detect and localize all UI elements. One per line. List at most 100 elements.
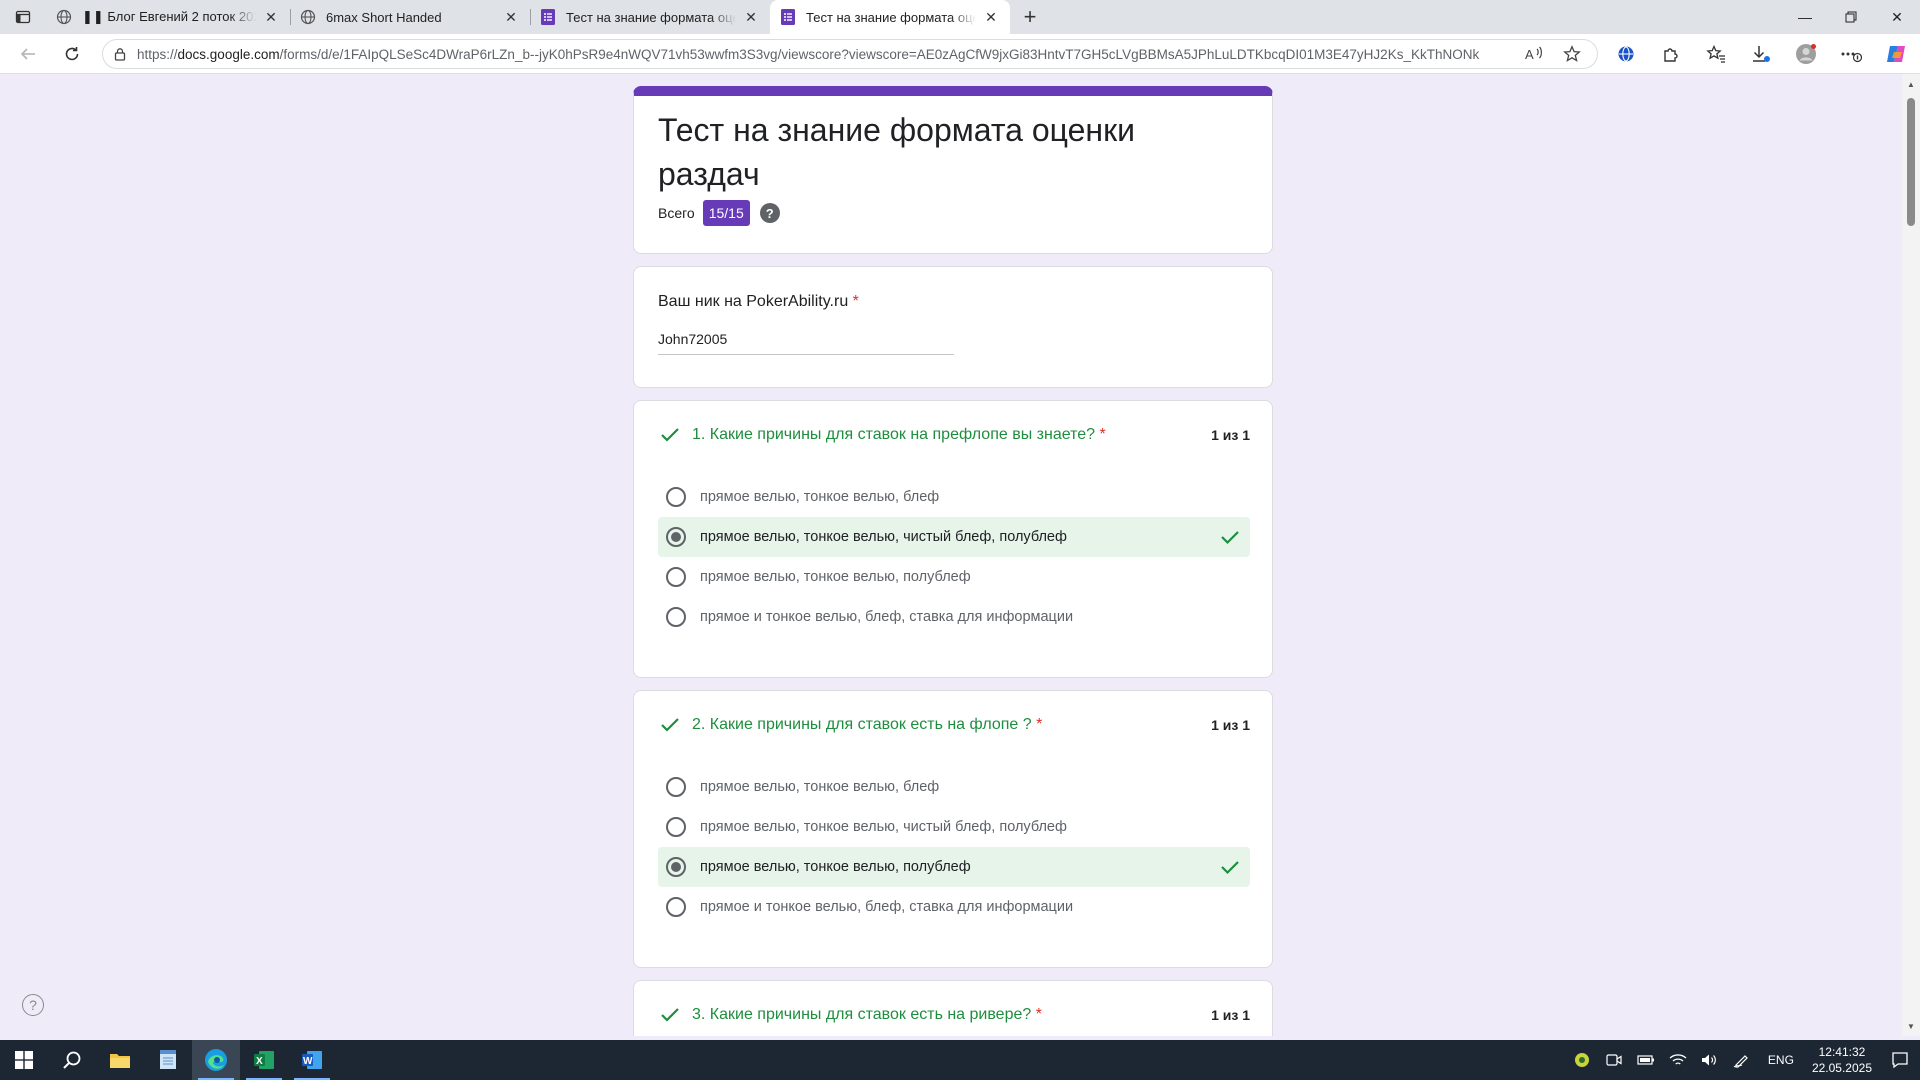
- required-mark: *: [1036, 716, 1043, 733]
- answer-option: прямое велью, тонкое велью, блеф: [658, 767, 1250, 807]
- settings-more-button[interactable]: [1831, 38, 1871, 70]
- minimize-button[interactable]: —: [1782, 0, 1828, 34]
- start-button[interactable]: [0, 1040, 48, 1080]
- option-text: прямое велью, тонкое велью, полублеф: [700, 859, 971, 875]
- globe-icon: [56, 9, 72, 25]
- answer-option-selected: прямое велью, тонкое велью, полублеф: [658, 847, 1250, 887]
- windows-taskbar: X W ENG 12:41:32 22.05.2025: [0, 1040, 1920, 1080]
- radio-button-checked: [666, 857, 686, 877]
- search-button[interactable]: [48, 1040, 96, 1080]
- page-scrollbar[interactable]: ▲ ▼: [1902, 74, 1920, 1036]
- scroll-up-arrow-icon[interactable]: ▲: [1902, 76, 1920, 92]
- svg-text:W: W: [303, 1056, 313, 1067]
- answer-option: прямое велью, тонкое велью, блеф: [658, 477, 1250, 517]
- svg-text:A: A: [1525, 47, 1534, 62]
- question-mark-icon[interactable]: ?: [759, 203, 780, 223]
- question-text: 2. Какие причины для ставок есть на флоп…: [692, 716, 1032, 733]
- copilot-button[interactable]: [1876, 38, 1916, 70]
- input-language[interactable]: ENG: [1758, 1053, 1804, 1067]
- answer-option: прямое велью, тонкое велью, чистый блеф,…: [658, 807, 1250, 847]
- scroll-down-arrow-icon[interactable]: ▼: [1902, 1018, 1920, 1034]
- volume-icon[interactable]: [1694, 1040, 1726, 1080]
- vpn-extension-button[interactable]: [1606, 38, 1646, 70]
- checkmark-icon: [658, 1003, 682, 1027]
- tab-6max[interactable]: 6max Short Handed ✕: [290, 0, 530, 34]
- question-header: 1. Какие причины для ставок на префлопе …: [658, 423, 1250, 447]
- notifications-button[interactable]: [1880, 1040, 1920, 1080]
- globe-icon: [300, 9, 316, 25]
- taskbar-edge[interactable]: [192, 1040, 240, 1080]
- question-points: 1 из 1: [1211, 427, 1250, 443]
- battery-icon[interactable]: [1630, 1040, 1662, 1080]
- google-forms-icon: [540, 9, 556, 25]
- omnibox-actions: A: [1517, 41, 1597, 67]
- url-path: /forms/d/e/1FAIpQLSeSc4DWraP6rLZn_b--jyK…: [279, 46, 1480, 62]
- wifi-icon[interactable]: [1662, 1040, 1694, 1080]
- option-text: прямое велью, тонкое велью, полублеф: [700, 569, 971, 585]
- question-card-3: 3. Какие причины для ставок есть на риве…: [633, 980, 1273, 1036]
- url-scheme: https://: [137, 46, 178, 62]
- required-mark: *: [1099, 426, 1106, 443]
- score-label: Всего: [658, 205, 695, 221]
- question-header: 2. Какие причины для ставок есть на флоп…: [658, 713, 1250, 737]
- close-icon: ✕: [1891, 8, 1903, 25]
- question-title: 1. Какие причины для ставок на префлопе …: [692, 426, 1211, 444]
- favorites-button[interactable]: [1696, 38, 1736, 70]
- tab-forms-active[interactable]: Тест на знание формата оценки ✕: [770, 0, 1010, 34]
- tab-forms-1[interactable]: Тест на знание формата оценки ✕: [530, 0, 770, 34]
- close-window-button[interactable]: ✕: [1874, 0, 1920, 34]
- favorites-list-icon: [1706, 45, 1725, 63]
- option-text: прямое велью, тонкое велью, блеф: [700, 779, 940, 795]
- question-text: 3. Какие причины для ставок есть на риве…: [692, 1006, 1032, 1023]
- clock-time: 12:41:32: [1818, 1045, 1866, 1059]
- scrollbar-thumb[interactable]: [1907, 98, 1915, 226]
- tray-app-icon[interactable]: [1566, 1040, 1598, 1080]
- profile-button[interactable]: [1786, 38, 1826, 70]
- star-icon: [1563, 45, 1581, 62]
- system-clock[interactable]: 12:41:32 22.05.2025: [1804, 1044, 1880, 1076]
- answer-options: прямое велью, тонкое велью, блеф прямое …: [658, 767, 1250, 927]
- radio-button: [666, 777, 686, 797]
- restore-icon: [1845, 11, 1857, 23]
- question-header: 3. Какие причины для ставок есть на риве…: [658, 1003, 1250, 1027]
- answer-options: прямое велью, тонкое велью, блеф прямое …: [658, 477, 1250, 637]
- new-tab-button[interactable]: +: [1010, 0, 1050, 34]
- help-icon[interactable]: ?: [22, 994, 44, 1016]
- downloads-button[interactable]: [1741, 38, 1781, 70]
- browser-tab-bar: ❚❚ Блог Евгений 2 поток 2025 - E ✕ 6max …: [0, 0, 1920, 34]
- answer-option-selected: прямое велью, тонкое велью, чистый блеф,…: [658, 517, 1250, 557]
- folder-icon: [110, 1054, 130, 1068]
- close-icon[interactable]: ✕: [502, 8, 520, 26]
- windows-logo-icon: [15, 1051, 33, 1069]
- read-aloud-button[interactable]: A: [1517, 41, 1551, 67]
- reload-button[interactable]: [52, 38, 92, 70]
- tab-title: ❚❚ Блог Евгений 2 поток 2025 - E: [82, 9, 256, 24]
- taskbar-file-explorer[interactable]: [96, 1040, 144, 1080]
- taskbar-word[interactable]: W: [288, 1040, 336, 1080]
- required-mark: *: [1035, 1006, 1042, 1023]
- extensions-button[interactable]: [1651, 38, 1691, 70]
- tab-actions-button[interactable]: [0, 0, 46, 34]
- pen-icon[interactable]: [1726, 1040, 1758, 1080]
- close-icon[interactable]: ✕: [742, 8, 760, 26]
- question-points: 1 из 1: [1211, 1007, 1250, 1023]
- taskbar-notepad[interactable]: [144, 1040, 192, 1080]
- restore-button[interactable]: [1828, 0, 1874, 34]
- taskbar-excel[interactable]: X: [240, 1040, 288, 1080]
- question-title: 3. Какие причины для ставок есть на риве…: [692, 1006, 1211, 1024]
- tab-blog[interactable]: ❚❚ Блог Евгений 2 поток 2025 - E ✕: [46, 0, 290, 34]
- copilot-icon: [1887, 46, 1905, 62]
- url-text: https://docs.google.com/forms/d/e/1FAIpQ…: [137, 47, 1517, 62]
- read-aloud-icon: A: [1525, 46, 1542, 62]
- form-results-page: Тест на знание формата оценки раздач Все…: [0, 74, 1902, 1036]
- lock-icon[interactable]: [103, 47, 137, 61]
- address-bar[interactable]: https://docs.google.com/forms/d/e/1FAIpQ…: [102, 39, 1598, 69]
- close-icon[interactable]: ✕: [262, 8, 280, 26]
- tab-sidebar-icon: [15, 10, 31, 24]
- back-button[interactable]: [8, 38, 48, 70]
- meet-now-icon[interactable]: [1598, 1040, 1630, 1080]
- notification-icon: [1892, 1052, 1908, 1069]
- favorite-button[interactable]: [1555, 41, 1589, 67]
- close-icon[interactable]: ✕: [982, 8, 1000, 26]
- browser-extensions: [1606, 38, 1916, 70]
